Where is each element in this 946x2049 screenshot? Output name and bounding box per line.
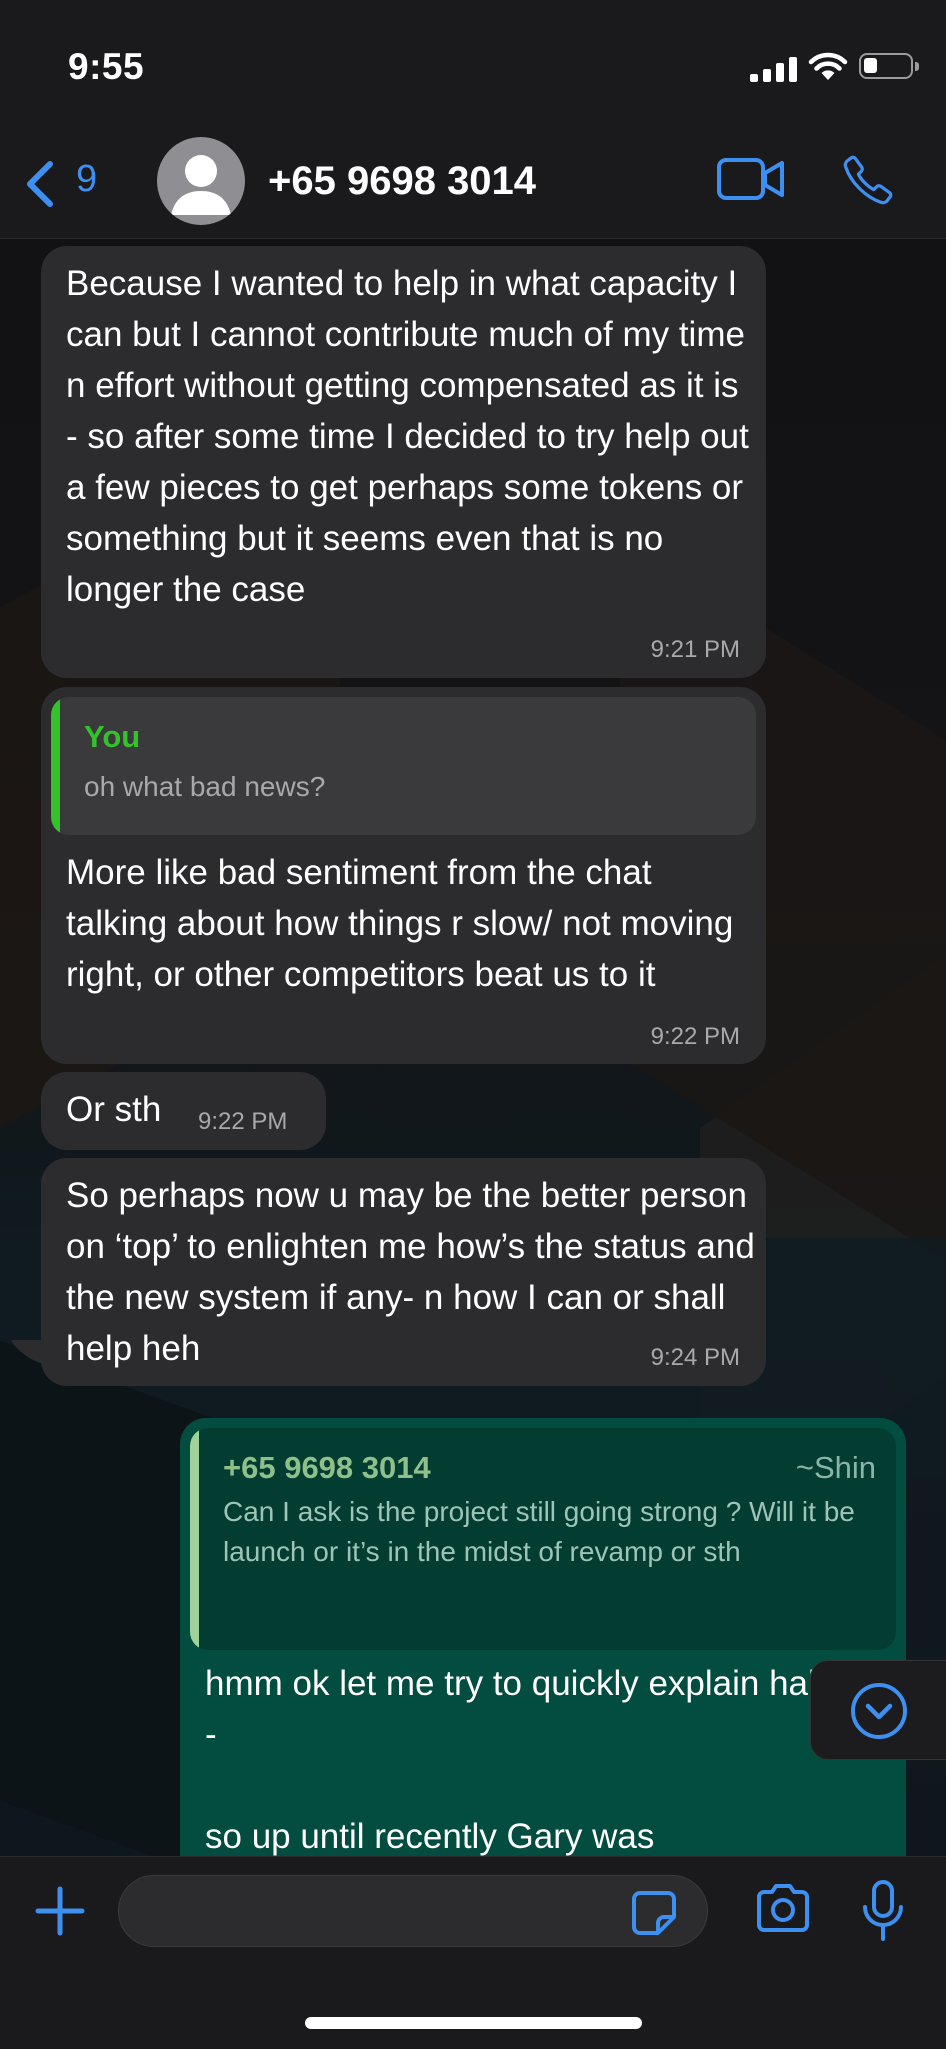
message-text: Or sth [66, 1090, 162, 1129]
message-bubble-incoming[interactable]: Because I wanted to help in what capacit… [41, 246, 766, 678]
sticker-icon[interactable] [630, 1889, 678, 1937]
message-timestamp: 9:24 PM [650, 1344, 740, 1371]
quoted-text: oh what bad news? [84, 771, 326, 802]
scroll-to-bottom-button[interactable] [810, 1660, 946, 1760]
phone-call-icon[interactable] [840, 152, 896, 208]
message-bubble-outgoing[interactable]: +65 9698 3014 ~Shin Can I ask is the pro… [180, 1418, 906, 1888]
message-timestamp: 9:21 PM [650, 636, 740, 663]
contact-name[interactable]: +65 9698 3014 [268, 159, 536, 204]
message-timestamp: 9:22 PM [650, 1023, 740, 1050]
battery-icon [859, 53, 919, 79]
chat-header: 9 +65 9698 3014 [0, 130, 946, 239]
message-text: More like bad sentiment from the chat ta… [66, 853, 734, 994]
quoted-message[interactable]: +65 9698 3014 ~Shin Can I ask is the pro… [190, 1428, 896, 1650]
video-call-icon[interactable] [716, 154, 786, 204]
chevron-down-icon [851, 1683, 907, 1739]
message-bubble-incoming[interactable]: So perhaps now u may be the better perso… [41, 1158, 766, 1386]
camera-icon[interactable] [754, 1883, 812, 1933]
plus-icon[interactable] [34, 1885, 86, 1937]
message-composer [0, 1856, 946, 2049]
wifi-icon [808, 52, 848, 80]
default-avatar-icon [171, 155, 231, 215]
status-time: 9:55 [68, 46, 145, 87]
microphone-icon[interactable] [860, 1879, 906, 1943]
quoted-text: Can I ask is the project still going str… [223, 1496, 855, 1567]
quoted-message[interactable]: You oh what bad news? [51, 697, 756, 835]
signal-icon [750, 56, 797, 82]
message-bubble-incoming[interactable]: Or sth 9:22 PM [41, 1072, 326, 1150]
message-text: hmm ok let me try to quickly explain hah… [205, 1664, 847, 1856]
message-input[interactable] [118, 1875, 708, 1947]
status-bar: 9:55 [0, 0, 946, 130]
quoted-author: +65 9698 3014 [223, 1450, 431, 1485]
message-bubble-incoming[interactable]: You oh what bad news? More like bad sent… [41, 687, 766, 1064]
back-unread-count[interactable]: 9 [76, 158, 97, 201]
quoted-author: You [84, 719, 141, 754]
message-text: Because I wanted to help in what capacit… [66, 264, 749, 609]
avatar[interactable] [157, 137, 245, 225]
home-indicator [305, 2017, 642, 2029]
back-chevron-icon[interactable] [20, 156, 60, 212]
message-timestamp: 9:22 PM [198, 1108, 288, 1135]
quoted-alias: ~Shin [795, 1450, 876, 1485]
